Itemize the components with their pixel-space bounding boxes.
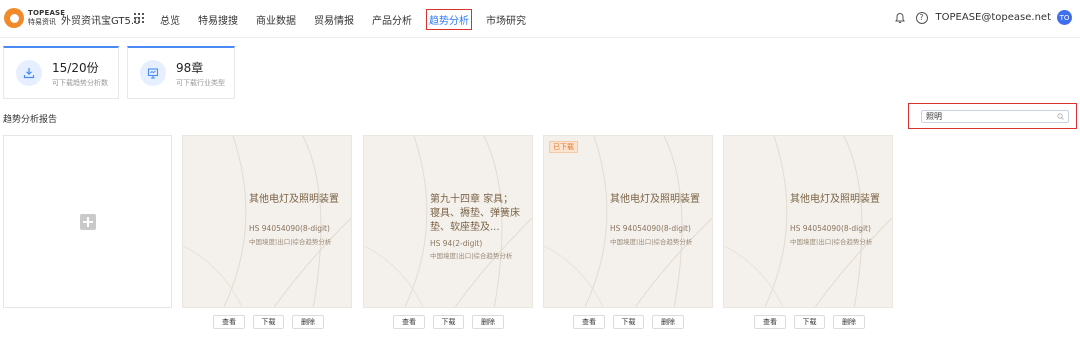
report-title: 其他电灯及照明装置: [790, 194, 880, 205]
main-nav: 总览 特易搜搜 商业数据 贸易情报 产品分析 趋势分析 市场研究: [160, 0, 544, 38]
search-highlight: [908, 103, 1077, 129]
search-field[interactable]: [921, 110, 1069, 123]
view-button[interactable]: 查看: [754, 315, 786, 329]
card-decoration: [544, 136, 712, 307]
app-name: 外贸资讯宝GT5.0: [61, 16, 141, 27]
report-card[interactable]: 已下载 其他电灯及照明装置 HS 94054090(8-digit) 中国境度|…: [543, 135, 713, 308]
monitor-icon: [140, 60, 166, 86]
report-title: 其他电灯及照明装置: [610, 194, 700, 205]
avatar[interactable]: TO: [1057, 10, 1072, 25]
stat-label-reports: 可下载趋势分析数: [52, 78, 108, 87]
report-hs-code: HS 94054090(8-digit): [249, 224, 330, 233]
report-desc: 中国境度|出口|综合趋势分析: [790, 238, 873, 246]
nav-item-business-data[interactable]: 商业数据: [256, 12, 296, 27]
report-hs-code: HS 94054090(8-digit): [790, 224, 871, 233]
top-nav-bar: TOPEASE 特易资讯 外贸资讯宝GT5.0 总览 特易搜搜 商业数据 贸易情…: [0, 0, 1080, 38]
logo-zh-text: 特易资讯: [28, 18, 56, 26]
report-card[interactable]: 其他电灯及照明装置 HS 94054090(8-digit) 中国境度|出口|综…: [723, 135, 893, 308]
user-email[interactable]: TOPEASE@topease.net: [936, 12, 1051, 23]
stat-card-reports: 15/20份 可下载趋势分析数: [3, 46, 119, 99]
report-title: 其他电灯及照明装置: [249, 194, 339, 205]
card-decoration: [724, 136, 892, 307]
delete-button[interactable]: 删除: [472, 315, 504, 329]
nav-item-market-research[interactable]: 市场研究: [486, 12, 526, 27]
header-tools: ? TOPEASE@topease.net TO: [894, 10, 1072, 25]
bell-icon[interactable]: [894, 12, 906, 24]
card-actions: 查看 下载 删除: [393, 315, 504, 329]
report-card[interactable]: 第九十四章 家具；寝具、褥垫、弹簧床垫、软座垫及... HS 94(2-digi…: [363, 135, 533, 308]
section-title: 趋势分析报告: [3, 115, 58, 125]
stat-card-industries: 98章 可下载行业类型: [127, 46, 235, 99]
search-input[interactable]: [926, 111, 1046, 122]
card-actions: 查看 下载 删除: [573, 315, 684, 329]
help-icon[interactable]: ?: [915, 11, 928, 24]
logo-en-text: TOPEASE: [28, 9, 66, 17]
downloaded-badge: 已下载: [549, 141, 578, 153]
brand-logo[interactable]: TOPEASE 特易资讯: [4, 8, 65, 28]
report-hs-code: HS 94(2-digit): [430, 239, 483, 248]
download-button[interactable]: 下载: [613, 315, 644, 329]
report-card[interactable]: 其他电灯及照明装置 HS 94054090(8-digit) 中国境度|出口|综…: [182, 135, 352, 308]
download-button[interactable]: 下载: [794, 315, 825, 329]
report-desc: 中国境度|出口|综合趋势分析: [249, 238, 332, 246]
stat-label-industries: 可下载行业类型: [176, 78, 225, 87]
delete-button[interactable]: 删除: [833, 315, 865, 329]
stat-value-industries: 98章: [176, 60, 204, 75]
plus-icon: [79, 213, 96, 230]
download-button[interactable]: 下载: [253, 315, 284, 329]
report-desc: 中国境度|出口|综合趋势分析: [610, 238, 693, 246]
search-icon[interactable]: [1057, 113, 1064, 120]
view-button[interactable]: 查看: [573, 315, 605, 329]
nav-item-trend-analysis[interactable]: 趋势分析: [426, 8, 472, 30]
delete-button[interactable]: 删除: [292, 315, 324, 329]
card-decoration: [183, 136, 351, 307]
nav-item-trade-intel[interactable]: 贸易情报: [314, 12, 354, 27]
add-report-card[interactable]: [3, 135, 172, 308]
delete-button[interactable]: 删除: [652, 315, 684, 329]
nav-item-search[interactable]: 特易搜搜: [198, 12, 238, 27]
nav-item-product-analysis[interactable]: 产品分析: [372, 12, 412, 27]
report-desc: 中国境度|出口|综合趋势分析: [430, 252, 513, 260]
nav-item-overview[interactable]: 总览: [160, 12, 180, 27]
download-icon: [16, 60, 42, 86]
card-actions: 查看 下载 删除: [213, 315, 324, 329]
report-title: 第九十四章 家具；寝具、褥垫、弹簧床垫、软座垫及...: [430, 194, 520, 233]
report-hs-code: HS 94054090(8-digit): [610, 224, 691, 233]
download-button[interactable]: 下载: [433, 315, 464, 329]
view-button[interactable]: 查看: [213, 315, 245, 329]
logo-icon: [4, 8, 24, 28]
card-actions: 查看 下载 删除: [754, 315, 865, 329]
apps-grid-icon[interactable]: [134, 13, 144, 23]
view-button[interactable]: 查看: [393, 315, 425, 329]
stat-value-reports: 15/20份: [52, 60, 99, 75]
